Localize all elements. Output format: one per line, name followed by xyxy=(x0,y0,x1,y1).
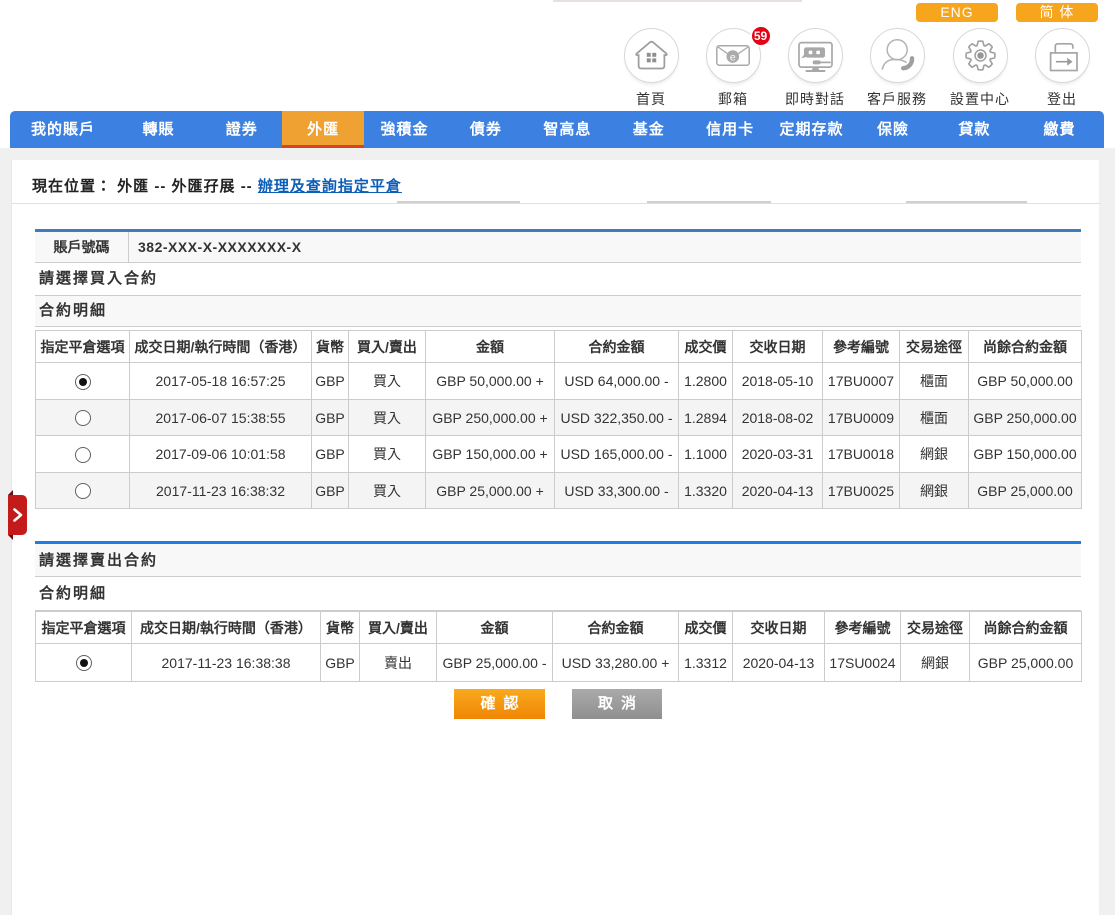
svg-text:e: e xyxy=(730,51,736,63)
